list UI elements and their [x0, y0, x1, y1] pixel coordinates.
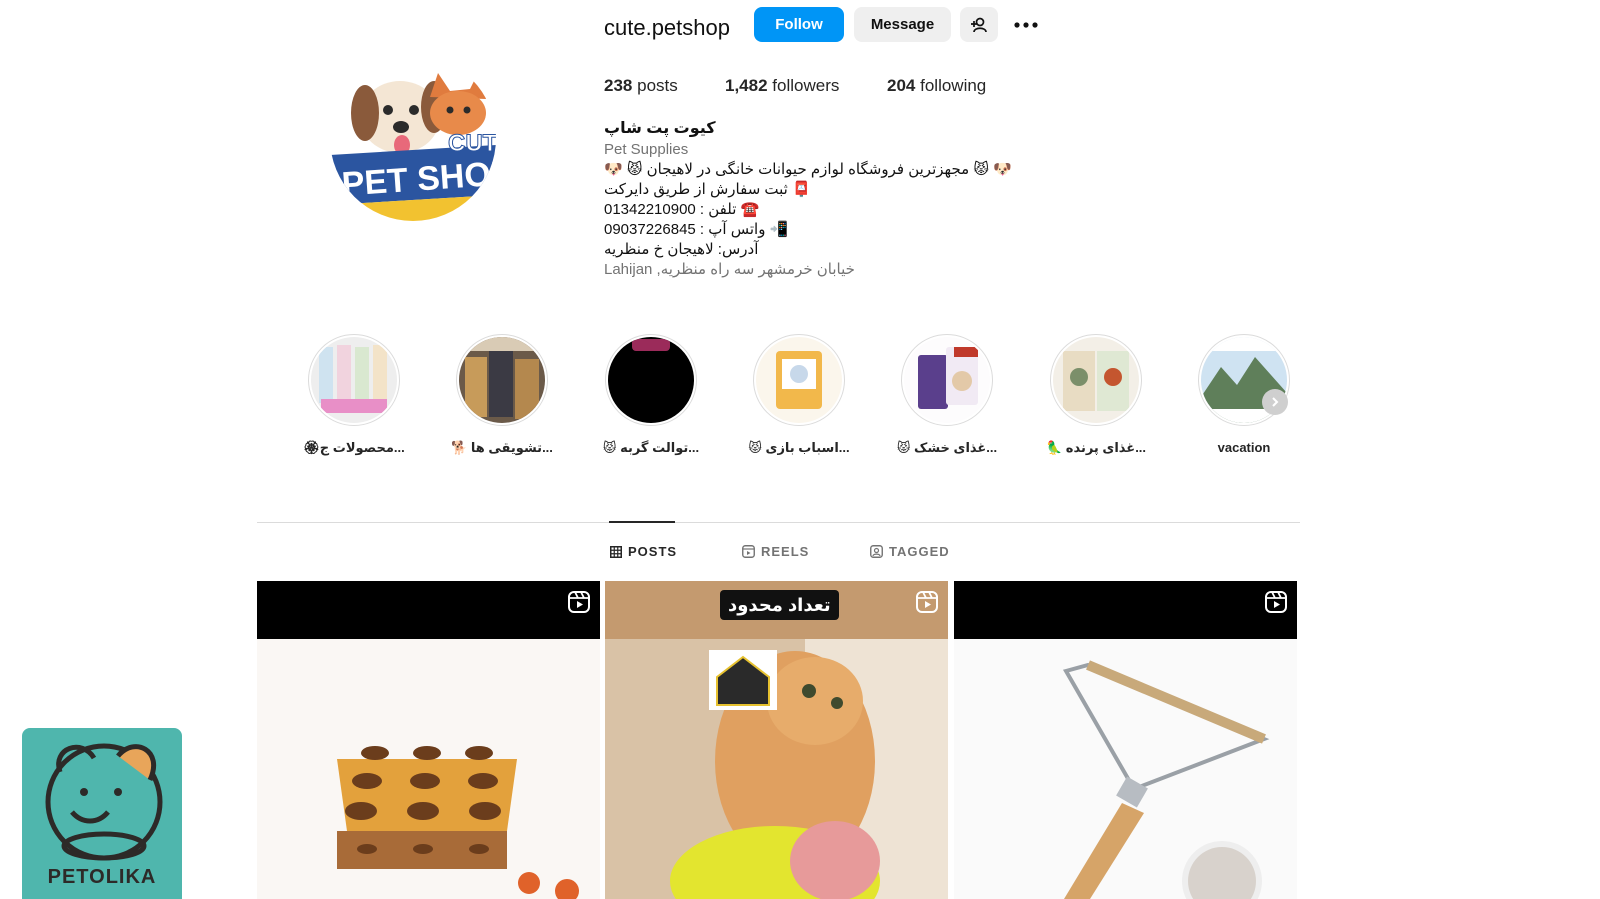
highlight-label: 😾 اسباب بازی...	[748, 440, 850, 455]
post-image	[605, 581, 948, 899]
highlight-label: 😾 توالت گربه...	[602, 440, 700, 455]
reel-icon	[916, 591, 938, 613]
message-button[interactable]: Message	[854, 7, 951, 42]
tab-reels-label: REELS	[761, 544, 810, 559]
avatar-logo: CUTE PET SHOP	[330, 55, 496, 221]
followers-label: followers	[772, 76, 840, 95]
highlight-label: 🏵محصولات ج...	[303, 440, 405, 455]
active-tab-indicator	[609, 521, 675, 523]
post-image	[257, 581, 600, 899]
watermark-text: PETOLIKA	[47, 866, 157, 888]
bio-name: کیوت پت شاپ	[604, 120, 716, 137]
reel-icon	[1265, 591, 1287, 613]
highlight-label: 😾 غذای خشک...	[896, 440, 998, 455]
profile-username: cute.petshop	[604, 15, 730, 40]
suggested-accounts-button[interactable]	[960, 7, 998, 42]
followers-count: 1,482	[725, 76, 768, 95]
highlight-item[interactable]: 😾 توالت گربه...	[591, 334, 711, 456]
bio-line-1: 🐶 😾 مجهزترین فروشگاه لوازم حیوانات خانگی…	[604, 161, 1012, 178]
highlight-cover	[1053, 337, 1139, 423]
add-person-icon	[971, 17, 987, 32]
following-stat[interactable]: 204 following	[887, 74, 986, 98]
bio-line-3: ☎️ تلفن : 01342210900	[604, 201, 760, 218]
tabs-divider	[257, 522, 1300, 523]
petolika-watermark: PETOLIKA	[22, 728, 182, 899]
posts-label: posts	[637, 76, 678, 95]
posts-count: 238	[604, 76, 633, 95]
profile-bio: کیوت پت شاپ Pet Supplies 🐶 😾 مجهزترین فر…	[604, 118, 1144, 280]
tagged-icon	[870, 545, 883, 558]
follow-button[interactable]: Follow	[754, 7, 844, 42]
svg-text:CUTE: CUTE	[448, 130, 496, 157]
highlight-label: 🦜 غذای پرنده...	[1045, 440, 1147, 455]
highlight-item[interactable]: 🐕 تشویقی ها...	[442, 334, 562, 456]
reels-icon	[742, 545, 755, 558]
highlight-label: 🐕 تشویقی ها...	[451, 440, 553, 455]
more-options-button[interactable]	[1008, 7, 1044, 42]
post-thumbnail[interactable]	[257, 581, 600, 899]
bio-category: Pet Supplies	[604, 141, 689, 158]
highlight-cover	[904, 337, 990, 423]
chevron-right-icon	[1272, 397, 1279, 407]
more-dots-icon	[1014, 21, 1038, 28]
bio-line-5: آدرس: لاهیجان خ منظریه	[604, 241, 759, 258]
profile-avatar[interactable]: CUTE PET SHOP	[330, 55, 496, 221]
tab-reels[interactable]: REELS	[742, 544, 809, 559]
tab-tagged[interactable]: TAGGED	[870, 544, 950, 559]
highlight-item[interactable]: 😾 اسباب بازی...	[739, 334, 859, 456]
highlight-cover	[459, 337, 545, 423]
highlight-item[interactable]: 😾 غذای خشک...	[887, 334, 1007, 456]
highlights-next-button[interactable]	[1262, 389, 1288, 415]
highlight-item[interactable]: 🦜 غذای پرنده...	[1036, 334, 1156, 456]
bio-address[interactable]: خیابان خرمشهر سه راه منظریه, Lahijan	[604, 260, 1144, 280]
grid-icon	[610, 545, 622, 558]
following-label: following	[920, 76, 987, 95]
following-count: 204	[887, 76, 916, 95]
bio-line-2: 📮 ثبت سفارش از طریق دایرکت	[604, 181, 811, 198]
post-thumbnail[interactable]	[954, 581, 1297, 899]
highlight-cover	[311, 337, 397, 423]
post-image	[954, 581, 1297, 899]
tab-tagged-label: TAGGED	[889, 544, 950, 559]
post-thumbnail[interactable]: تعداد محدود	[605, 581, 948, 899]
posts-stat: 238 posts	[604, 74, 678, 98]
followers-stat[interactable]: 1,482 followers	[725, 74, 839, 98]
highlight-cover	[608, 337, 694, 423]
reel-icon	[568, 591, 590, 613]
highlight-item[interactable]: 🏵محصولات ج...	[294, 334, 414, 456]
bio-line-4: 📲 واتس آپ : 09037226845	[604, 221, 789, 238]
tab-posts-label: POSTS	[628, 544, 678, 559]
tab-posts[interactable]: POSTS	[610, 544, 677, 559]
highlight-label: vacation	[1217, 440, 1271, 455]
highlight-cover	[756, 337, 842, 423]
post-caption-overlay: تعداد محدود	[720, 590, 839, 620]
